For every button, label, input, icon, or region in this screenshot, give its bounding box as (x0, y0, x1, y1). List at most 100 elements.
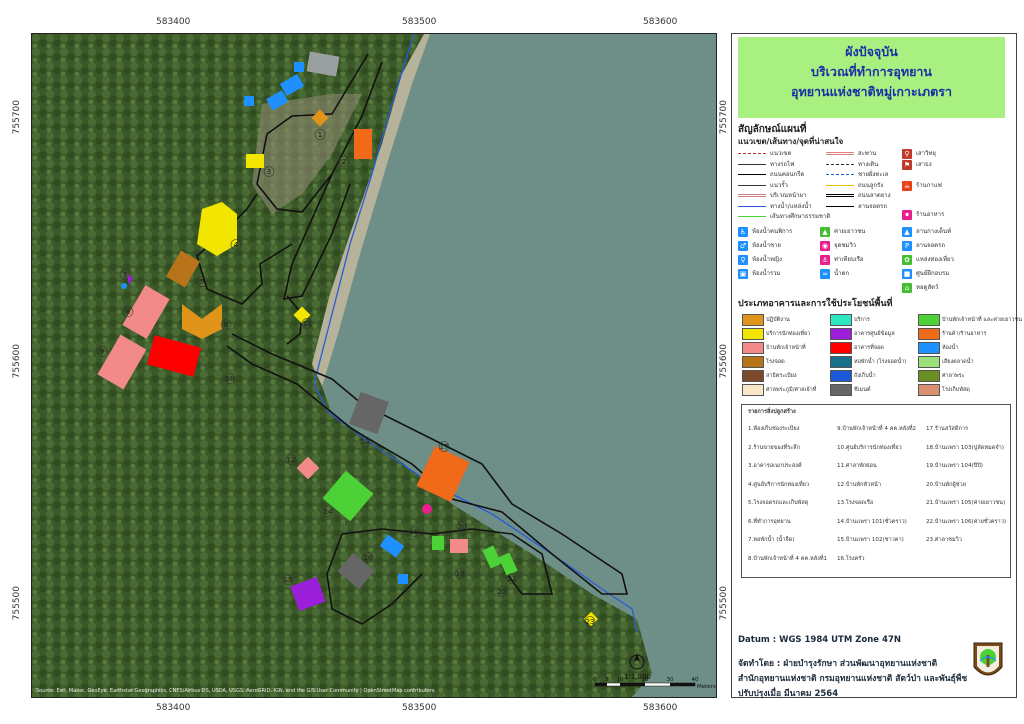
building-2[interactable] (354, 129, 372, 159)
landuse-label: อาคารที่จอด (854, 345, 884, 351)
accessible-toilet-icon: ♿ (738, 226, 748, 237)
map-canvas[interactable]: 1234567891011121314151617181920212223 1:… (32, 34, 716, 697)
building-label: 9 (100, 348, 104, 356)
restaurant-icon[interactable] (422, 504, 432, 514)
landuse-swatch (830, 342, 852, 354)
x-coord-bottom-3: 583600 (643, 703, 678, 713)
waterfall-icon: ≈ (820, 268, 830, 279)
building-list-item: 15.บ้านเเพรา 102(ชาวคา) (837, 537, 904, 543)
legend-line-item: บริเวณหน้าผา (738, 190, 806, 200)
building-label: 21 (508, 575, 517, 583)
watchtower-icon: ⌂ (902, 282, 912, 293)
female-toilet-icon: ♀ (738, 254, 748, 265)
legend-point-label: น้ำตก (834, 270, 849, 277)
legend-point-label: ท่าเทียบเรือ (834, 256, 864, 263)
building-list-heading: รายการสิ่งปลูกสร้าง (748, 409, 796, 415)
landuse-label: อาคารศูนย์ข้อมูล (854, 331, 895, 337)
water-tank-icon[interactable] (121, 283, 127, 289)
building-list-item: 5.โรงจอดรถและเก็บพัสดุ (748, 500, 809, 506)
building-label: 18 (410, 528, 419, 536)
building-label: 19 (456, 570, 465, 578)
building-list-item: 16.โรงครัว (837, 555, 865, 562)
antenna-icon: ⚲ (902, 148, 912, 159)
building-list-item: 4.ศูนย์บริการนักท่องเที่ยว (748, 481, 810, 488)
building-label: 8 (126, 308, 130, 316)
building-list-item: 17.ร้านสวัสดิการ (926, 426, 968, 432)
legend-line-item: ถนนลาดยาง (826, 190, 891, 200)
legend-point-item: ▣ ห้องน้ำรวม (738, 268, 781, 279)
legend-line-item: ทางน้ำ/แหล่งน้ำ (738, 201, 812, 211)
department-logo-icon (973, 642, 1003, 676)
building-19[interactable] (450, 539, 468, 553)
building-label: 5 (200, 278, 204, 286)
legend-line-label: ถนนลาดยาง (858, 192, 891, 199)
legend-point-item: ▲ ลานกางเต็นท์ (902, 226, 951, 237)
x-coord-top-1: 583400 (156, 17, 191, 27)
legend-point-item: ♿ ห้องน้ำคนพิการ (738, 226, 792, 237)
coffee-icon: ☕ (902, 180, 912, 191)
building-label: 6 (224, 321, 229, 329)
legend-point-label: ห้องน้ำชาย (752, 242, 781, 249)
building-list-item: 1.ห้องเก็บช่องระเบียง (748, 426, 800, 432)
legend-line-label: ทางน้ำ/แหล่งน้ำ (770, 202, 812, 210)
legend-point-item: ⚓ ท่าเทียบเรือ (820, 254, 864, 265)
male-toilet-icon: ♂ (738, 240, 748, 251)
building-label: 10 (226, 375, 235, 383)
landuse-swatch (830, 328, 852, 340)
toilet-icon[interactable] (294, 62, 304, 72)
map-frame[interactable]: 1 2 3 4 5 6 7 8 9 10 11 12 13 14 15 16 17 18 19 20 21 22 23 1:… (31, 33, 717, 698)
legend-line-symbol (738, 194, 766, 197)
scale-tick-label: 30 (667, 677, 674, 683)
legend-panel: ผังปัจจุบัน บริเวณที่ทำการอุทยาน อุทยานแ… (731, 33, 1022, 699)
building-list-item: 6.ที่ทำการอุทยาน (748, 518, 791, 525)
landuse-swatch (918, 370, 940, 382)
toilet-icon[interactable] (244, 96, 254, 106)
building-list-item: 9.บ้านพักเจ้าหน้าที่ 4 คค.หลังที่2 (837, 426, 917, 432)
attraction-icon: ✿ (902, 254, 912, 265)
office-text: สำนักอุทยานแห่งชาติ กรมอุทยานแห่งชาติ สั… (738, 674, 968, 684)
landuse-swatch (742, 328, 764, 340)
building-3[interactable] (246, 154, 264, 168)
legend-line-label: ทางเดิน (858, 160, 879, 168)
legend-point-label: ร้านอาหาร (916, 211, 945, 218)
landuse-label: ซีเมนต์ (854, 387, 871, 393)
building-label: 23 (586, 618, 595, 626)
legend-line-symbol (738, 153, 766, 154)
legend-line-label: สะพาน (858, 150, 877, 157)
landuse-swatch (742, 314, 764, 326)
viewpoint-icon: ◉ (820, 240, 830, 251)
datum-text: Datum : WGS 1984 UTM Zone 47N (738, 635, 901, 645)
building-label: 17 (440, 443, 449, 451)
legend-point-label: ห้องน้ำหญิง (752, 256, 782, 263)
scale-tick-label: 0 (593, 677, 597, 683)
building-list-item: 8.บ้านพักเจ้าหน้าที่ 4 คค.หลังที่1 (748, 555, 828, 562)
landuse-label: เสียงตลาดน้ำ (942, 359, 974, 365)
legend-line-item: ลานจอดรถ (826, 201, 887, 211)
legend-point-label: จุดชมวิว (834, 242, 857, 249)
legend-point-item: ▲ ค่ายเยาวชน (820, 226, 865, 237)
y-coord-right-2: 755600 (719, 344, 729, 379)
landuse-label: โรงเก็บพัสดุ (942, 387, 970, 393)
x-coord-top-3: 583600 (643, 17, 678, 27)
toilet-icon[interactable] (398, 574, 408, 584)
legend-point-label: ลานจอดรถ (916, 242, 946, 249)
legend-point-item: ☕ ร้านกาแฟ (902, 180, 942, 191)
scale-tick-label: 40 (692, 677, 699, 683)
legend-line-label: ลานจอดรถ (858, 202, 888, 210)
legend-point-item: ≈ น้ำตก (820, 268, 849, 279)
landuse-label: บริการ (854, 317, 870, 323)
title-line-1: ผังปัจจุบัน (845, 44, 898, 59)
building-list-item: 12.บ้านพักหัวหน้า (837, 481, 881, 488)
landuse-swatch (830, 370, 852, 382)
legend-line-label: แนวรั้ว (770, 181, 788, 189)
legend-point-item: ⚲ เสาวิทยุ (902, 148, 936, 159)
legend-point-label: เสาวิทยุ (916, 150, 936, 157)
building-label: 3 (267, 168, 271, 176)
legend-line-item: ทางเดิน (826, 159, 878, 169)
building-18[interactable] (432, 536, 444, 550)
landuse-label: ศาลพระภูมิ/ศาลเจ้าที่ (766, 387, 817, 393)
x-coord-bottom-1: 583400 (156, 703, 191, 713)
landuse-swatch (742, 356, 764, 368)
flag-icon: ⚑ (902, 159, 912, 170)
building-label: 1 (318, 131, 322, 139)
